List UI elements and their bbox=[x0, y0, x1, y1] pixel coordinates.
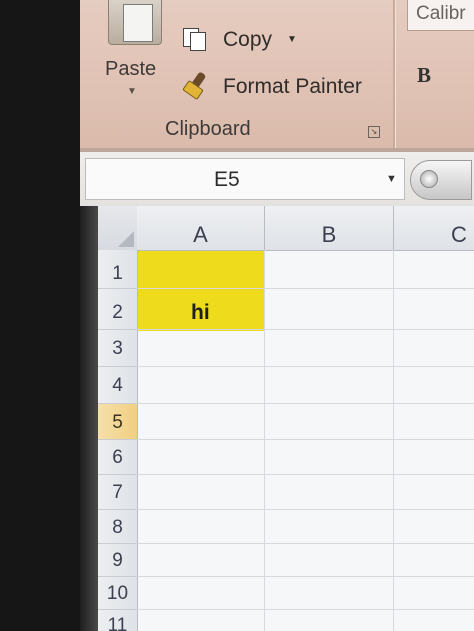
font-name-combobox[interactable]: Calibr bbox=[407, 0, 474, 31]
copy-dropdown-arrow-icon[interactable]: ▼ bbox=[287, 34, 297, 45]
clipboard-group-label: Clipboard bbox=[165, 118, 251, 140]
ribbon: Paste ▼ Copy ▼ Format Painter Clipboard … bbox=[80, 0, 474, 150]
group-divider bbox=[393, 0, 395, 150]
row-header-1[interactable]: 1 bbox=[98, 250, 138, 289]
row-header-4[interactable]: 4 bbox=[98, 367, 138, 404]
paste-icon[interactable] bbox=[108, 0, 162, 45]
font-name-value: Calibr bbox=[416, 3, 466, 24]
row-header-11[interactable]: 11 bbox=[98, 610, 138, 631]
row-header-8[interactable]: 8 bbox=[98, 510, 138, 544]
name-box-dropdown-icon[interactable]: ▼ bbox=[386, 173, 397, 185]
gridline bbox=[137, 366, 474, 367]
row-header-10[interactable]: 10 bbox=[98, 577, 138, 610]
column-header-a[interactable]: A bbox=[137, 206, 265, 251]
column-header-b[interactable]: B bbox=[265, 206, 394, 251]
select-all-button[interactable] bbox=[98, 206, 138, 251]
row-header-7[interactable]: 7 bbox=[98, 475, 138, 510]
format-painter-icon[interactable] bbox=[182, 71, 208, 101]
gridline bbox=[137, 288, 474, 289]
formula-bar-splitter[interactable] bbox=[410, 160, 472, 200]
row-header-3[interactable]: 3 bbox=[98, 330, 138, 367]
bold-button[interactable]: B bbox=[417, 63, 431, 88]
cell-a2-value[interactable]: hi bbox=[191, 301, 210, 325]
format-painter-button[interactable]: Format Painter bbox=[223, 75, 362, 99]
gridline bbox=[393, 250, 394, 631]
column-header-c[interactable]: C bbox=[394, 206, 474, 251]
worksheet-grid: A B C hi 1 2 3 4 5 6 7 8 9 10 11 bbox=[80, 206, 474, 631]
gridline bbox=[137, 576, 474, 577]
gridline bbox=[137, 439, 474, 440]
dialog-launcher-icon[interactable]: ↘ bbox=[368, 126, 380, 138]
name-box-value: E5 bbox=[214, 168, 240, 191]
gridline bbox=[137, 329, 474, 330]
splitter-handle-icon[interactable] bbox=[420, 170, 438, 188]
gridline bbox=[137, 543, 474, 544]
screen-bezel-edge bbox=[80, 206, 98, 631]
paste-button[interactable]: Paste bbox=[105, 58, 156, 81]
copy-button[interactable]: Copy bbox=[223, 28, 272, 52]
row-header-5[interactable]: 5 bbox=[98, 404, 138, 440]
formula-bar: E5 ▼ bbox=[80, 152, 474, 206]
row-header-6[interactable]: 6 bbox=[98, 440, 138, 475]
gridline bbox=[137, 474, 474, 475]
paste-dropdown-arrow-icon[interactable]: ▼ bbox=[127, 86, 137, 97]
gridline bbox=[137, 509, 474, 510]
gridline bbox=[137, 403, 474, 404]
name-box[interactable]: E5 ▼ bbox=[85, 158, 405, 200]
row-header-9[interactable]: 9 bbox=[98, 544, 138, 577]
row-header-2[interactable]: 2 bbox=[98, 289, 138, 330]
copy-icon[interactable] bbox=[181, 27, 207, 51]
select-all-triangle-icon bbox=[118, 231, 134, 247]
gridline bbox=[137, 609, 474, 610]
excel-window: Paste ▼ Copy ▼ Format Painter Clipboard … bbox=[80, 0, 474, 631]
gridline bbox=[264, 250, 265, 631]
